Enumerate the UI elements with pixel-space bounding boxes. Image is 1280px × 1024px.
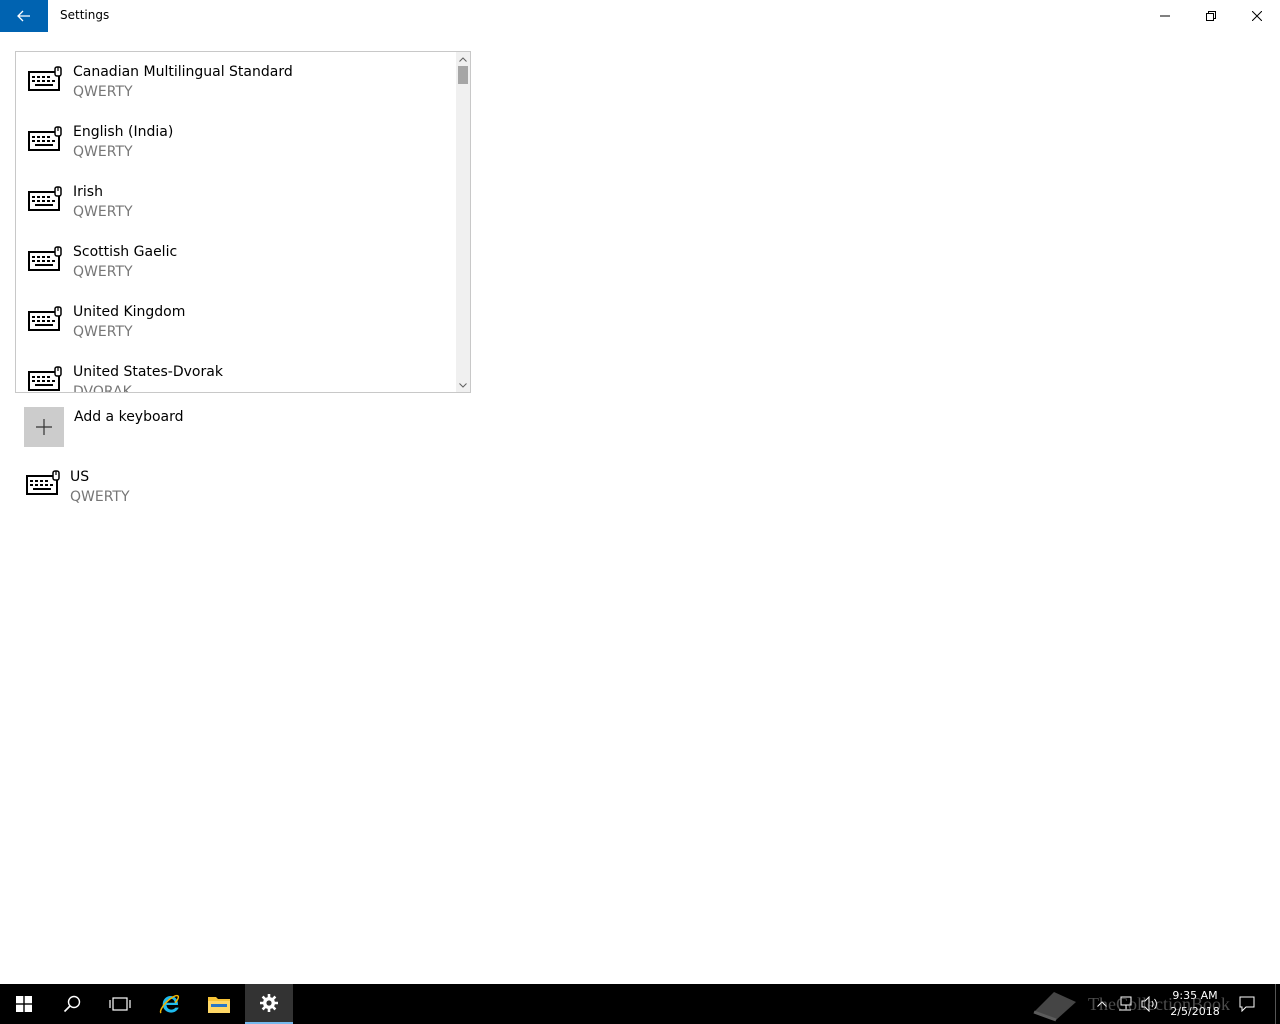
restore-button[interactable]	[1188, 0, 1234, 32]
chevron-up-icon	[459, 56, 467, 62]
gear-icon	[260, 994, 278, 1012]
add-tile[interactable]	[24, 407, 64, 447]
book-icon	[1033, 992, 1076, 1022]
keyboard-icon	[28, 126, 62, 151]
watermark: TheCollectionBook	[1030, 984, 1230, 1024]
task-view-icon	[109, 997, 131, 1011]
scroll-down-button[interactable]	[456, 378, 470, 392]
keyboard-name: Irish	[73, 184, 103, 200]
add-keyboard-button[interactable]: Add a keyboard	[24, 407, 324, 447]
windows-logo-icon	[16, 996, 32, 1012]
keyboard-name: United Kingdom	[73, 304, 186, 320]
arrow-left-icon	[17, 10, 30, 22]
close-icon	[1252, 11, 1262, 21]
search-button[interactable]	[48, 984, 96, 1024]
taskbar-settings[interactable]	[245, 984, 293, 1024]
keyboard-layout: QWERTY	[70, 489, 130, 505]
keyboard-layout: DVORAK	[73, 384, 132, 393]
add-keyboard-label: Add a keyboard	[74, 409, 184, 425]
minimize-icon	[1160, 15, 1170, 17]
title-bar: Settings	[0, 0, 1280, 32]
keyboard-name: Scottish Gaelic	[73, 244, 178, 260]
plus-icon	[36, 419, 52, 435]
close-button[interactable]	[1234, 0, 1280, 32]
keyboard-layout: QWERTY	[73, 84, 133, 100]
keyboard-icon	[26, 470, 60, 495]
internet-explorer-icon	[159, 994, 180, 1014]
keyboard-icon	[28, 306, 62, 331]
watermark-text: TheCollectionBook	[1088, 993, 1230, 1014]
chevron-down-icon	[459, 382, 467, 388]
keyboard-name: English (India)	[73, 124, 174, 140]
notification-icon	[1239, 996, 1255, 1012]
list-item[interactable]: Irish QWERTY	[16, 172, 456, 232]
list-item[interactable]: English (India) QWERTY	[16, 112, 456, 172]
keyboard-icon	[28, 66, 62, 91]
keyboard-name: United States-Dvorak	[73, 364, 223, 380]
list-scrollbar[interactable]	[456, 52, 470, 392]
action-center-button[interactable]	[1236, 984, 1258, 1024]
keyboard-icon	[28, 246, 62, 271]
minimize-button[interactable]	[1142, 0, 1188, 32]
scroll-up-button[interactable]	[456, 52, 470, 66]
list-item[interactable]: United States-Dvorak DVORAK	[16, 352, 456, 393]
start-button[interactable]	[0, 984, 48, 1024]
installed-keyboard-item[interactable]: US QWERTY	[24, 467, 324, 515]
taskbar-internet-explorer[interactable]	[146, 984, 194, 1024]
restore-icon	[1206, 11, 1216, 21]
list-item[interactable]: Canadian Multilingual Standard QWERTY	[16, 52, 456, 112]
show-desktop-button[interactable]	[1275, 984, 1280, 1024]
back-button[interactable]	[0, 0, 48, 32]
keyboard-layout: QWERTY	[73, 144, 133, 160]
keyboard-name: US	[70, 469, 90, 485]
list-item[interactable]: Scottish Gaelic QWERTY	[16, 232, 456, 292]
window-title: Settings	[60, 8, 110, 22]
search-icon	[63, 995, 81, 1013]
keyboard-layout: QWERTY	[73, 204, 133, 220]
keyboard-list[interactable]: Canadian Multilingual Standard QWERTY En…	[15, 51, 471, 393]
taskbar-file-explorer[interactable]	[195, 984, 243, 1024]
keyboard-layout: QWERTY	[73, 264, 133, 280]
keyboard-icon	[28, 366, 62, 391]
folder-icon	[208, 997, 230, 1013]
keyboard-name: Canadian Multilingual Standard	[73, 64, 293, 80]
task-view-button[interactable]	[96, 984, 144, 1024]
keyboard-icon	[28, 186, 62, 211]
keyboard-layout: QWERTY	[73, 324, 133, 340]
scroll-thumb[interactable]	[458, 66, 468, 84]
list-item[interactable]: United Kingdom QWERTY	[16, 292, 456, 352]
